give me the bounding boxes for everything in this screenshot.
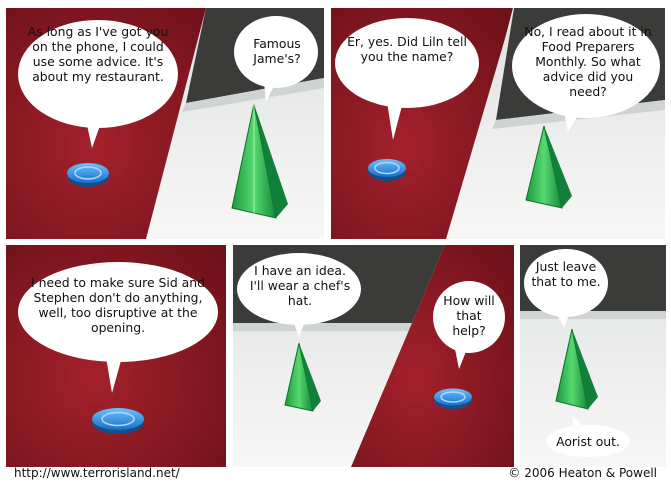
panel-5: I need to make sure Sid and Stephen don'… [6,245,226,467]
blue-chip [368,159,406,181]
panel-8: Just leave that to me. Aorist out. [520,245,666,467]
panel-5-scene [6,245,226,467]
blue-chip [67,163,109,187]
copyright-notice: © 2006 Heaton & Powell [508,466,657,480]
blue-chip [92,408,144,434]
site-url[interactable]: http://www.terrorisland.net/ [14,466,180,480]
panel-8-scene [520,245,666,467]
blue-chip [434,388,472,409]
